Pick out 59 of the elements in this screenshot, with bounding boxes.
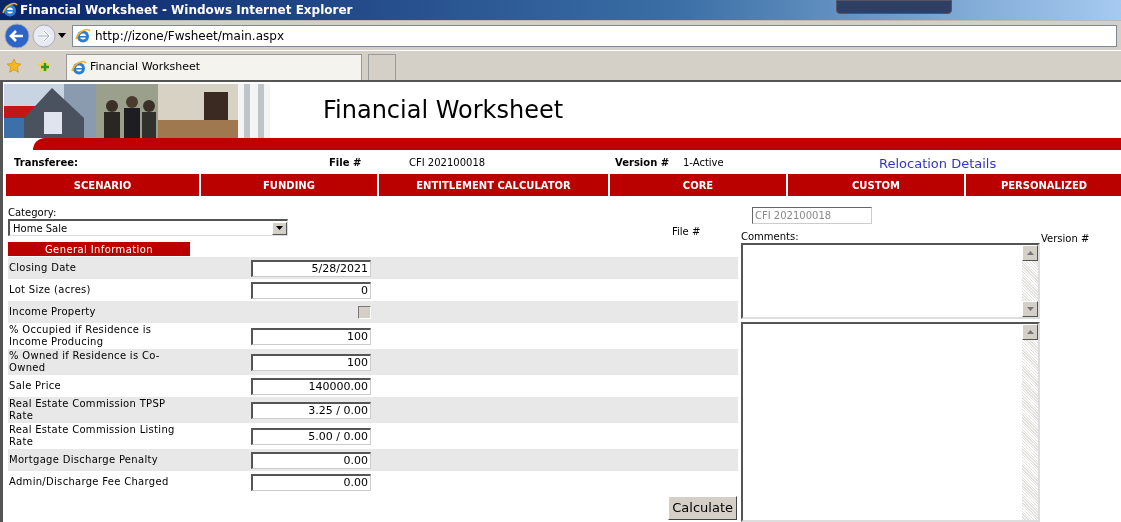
up-triangle-icon (1026, 330, 1034, 334)
up-triangle-icon (1026, 251, 1034, 255)
input-field[interactable]: 0.00 (251, 451, 371, 469)
input-field[interactable]: 5.00 / 0.00 (251, 427, 371, 445)
browser-tab[interactable]: Financial Worksheet (66, 54, 362, 80)
grip-tab[interactable] (836, 0, 952, 14)
version-label: Version # (615, 155, 671, 170)
field-label: Real Estate Commission Listing Rate (8, 424, 176, 448)
relocation-details-link[interactable]: Relocation Details (879, 153, 997, 174)
file-label: File # (672, 225, 701, 239)
star-icon[interactable] (6, 57, 22, 74)
input-field[interactable]: 140000.00 (251, 377, 371, 395)
input-field[interactable]: 3.25 / 0.00 (251, 401, 371, 419)
field-label: Admin/Discharge Fee Charged (8, 476, 170, 488)
version-value: 1-Active (683, 155, 725, 170)
nav-tab[interactable]: SCENARIO (6, 174, 199, 196)
comments-textarea[interactable] (741, 243, 1040, 319)
nav-tab[interactable]: FUNDING (201, 174, 377, 196)
field-label: % Occupied if Residence is Income Producing (8, 324, 153, 348)
field-label: Sale Price (8, 380, 62, 392)
category-dropdown[interactable]: Home Sale (8, 219, 288, 236)
field-label: Real Estate Commission TPSP Rate (8, 398, 167, 422)
version-label: Version # (1041, 233, 1090, 244)
section-header: General Information (8, 242, 190, 256)
nav-tab[interactable]: ENTITLEMENT CALCULATOR (379, 174, 608, 196)
scroll-down-button[interactable] (1022, 301, 1038, 317)
field-label: % Owned if Residence is Co-Owned (8, 350, 161, 374)
input-field[interactable]: 5/28/2021 (251, 259, 371, 277)
category-label: Category: (8, 207, 58, 219)
title-bar: Financial Worksheet - Windows Internet Explorer (0, 0, 1121, 20)
input-field[interactable]: 100 (251, 353, 371, 371)
dropdown-arrow-icon[interactable] (58, 33, 66, 38)
transferee-label: Transferee: (14, 155, 80, 170)
back-button[interactable] (4, 22, 30, 49)
ie-logo-icon (71, 59, 87, 76)
field-label: Mortgage Discharge Penalty (8, 454, 159, 466)
ie-logo-icon (75, 27, 91, 44)
file-label: File # (329, 155, 363, 170)
input-field[interactable]: 100 (251, 327, 371, 345)
file-value: CFI 202100018 (409, 155, 487, 170)
scroll-up-button[interactable] (1022, 245, 1038, 261)
calculate-button[interactable]: Calculate (668, 496, 737, 520)
nav-tab[interactable]: CORE (610, 174, 786, 196)
field-label: Closing Date (8, 262, 78, 274)
input-field[interactable]: 0.00 (251, 473, 371, 491)
field-label: Lot Size (acres) (8, 284, 92, 296)
address-field[interactable]: http://izone/Fwsheet/main.aspx (72, 24, 1117, 47)
ie-logo-icon (2, 2, 18, 18)
input-field[interactable]: 0 (251, 281, 371, 299)
comments-label: Comments: (741, 231, 800, 243)
page-title: Financial Worksheet (323, 95, 564, 126)
nav-tab[interactable]: CUSTOM (788, 174, 964, 196)
scroll-up-button[interactable] (1022, 324, 1038, 340)
field-label: Income Property (8, 306, 97, 318)
down-triangle-icon (1026, 307, 1034, 311)
caret-icon (276, 226, 283, 230)
dropdown-button[interactable] (272, 221, 287, 235)
checkbox[interactable] (358, 305, 371, 319)
nav-tab[interactable]: PERSONALIZED (966, 174, 1121, 196)
